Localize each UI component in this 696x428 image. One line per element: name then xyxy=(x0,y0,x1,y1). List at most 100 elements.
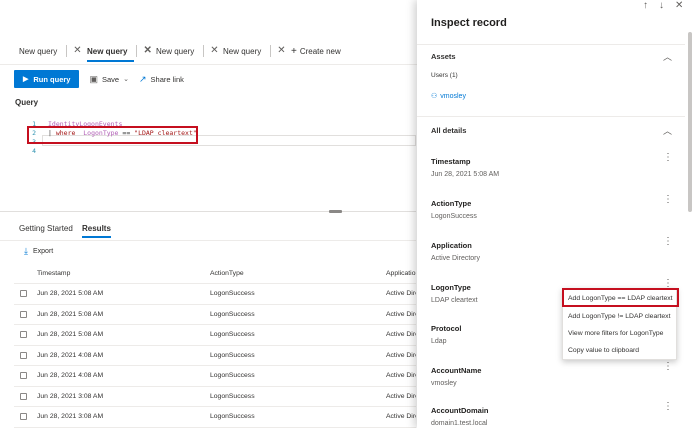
cell-action-type: LogonSuccess xyxy=(210,310,255,318)
table-row[interactable]: Jun 28, 2021 5:08 AM LogonSuccess Active D… xyxy=(14,284,416,305)
table-row[interactable]: Jun 28, 2021 4:08 AM LogonSuccess Active D… xyxy=(14,366,416,387)
share-link-button[interactable]: ↗ Share link xyxy=(139,74,184,85)
tab-getting-started[interactable]: Getting Started xyxy=(19,218,73,238)
inspect-record-panel: ↑ ↓ ✕ Inspect record Assets ︿ Users (1) … xyxy=(417,0,696,428)
arrow-up-icon[interactable]: ↑ xyxy=(643,0,648,11)
detail-account-name: AccountName vmosley xyxy=(431,366,671,387)
detail-value: Jun 28, 2021 5:08 AM xyxy=(431,171,500,178)
arrow-down-icon[interactable]: ↓ xyxy=(659,0,664,11)
row-checkbox-cell[interactable] xyxy=(20,325,28,345)
checkbox[interactable] xyxy=(20,290,27,298)
query-tab-label: New query xyxy=(87,46,128,56)
menu-item-add-not-equals-filter[interactable]: Add LogonType != LDAP cleartext xyxy=(563,308,678,325)
close-icon[interactable]: ✕ xyxy=(210,46,218,56)
table-body: Jun 28, 2021 5:08 AM LogonSuccess Active D… xyxy=(14,284,416,428)
panel-title: Inspect record xyxy=(431,17,507,29)
detail-key: Application xyxy=(431,241,472,250)
chevron-down-icon: ⌄ xyxy=(123,76,129,83)
line-number: 4 xyxy=(32,147,36,155)
person-icon: ⚇ xyxy=(431,93,438,100)
table-row[interactable]: Jun 28, 2021 5:08 AM LogonSuccess Active D… xyxy=(14,325,416,346)
query-tab-1[interactable]: New query ✕ xyxy=(19,38,82,64)
header-application[interactable]: Application xyxy=(386,264,416,283)
export-button[interactable]: ⤓ Export xyxy=(24,246,53,257)
resize-handle[interactable] xyxy=(329,210,342,213)
menu-item-view-more-filters[interactable]: View more filters for LogonType xyxy=(563,325,678,342)
query-tab-label: New query xyxy=(156,46,195,56)
more-options-icon[interactable]: ⋮ xyxy=(663,237,673,247)
table-row[interactable]: Jun 28, 2021 5:08 AM LogonSuccess Active D… xyxy=(14,305,416,325)
result-tabs-bar: Getting Started Results xyxy=(0,218,416,241)
cell-application: Active Direct xyxy=(386,351,416,359)
checkbox[interactable] xyxy=(20,351,27,359)
table-row[interactable]: Jun 28, 2021 3:08 AM LogonSuccess Active D… xyxy=(14,407,416,428)
tab-separator xyxy=(270,45,272,57)
query-tab-3[interactable]: New query ✕ xyxy=(156,38,219,64)
more-options-icon[interactable]: ⋮ xyxy=(663,279,673,289)
detail-application: Application Active Directory xyxy=(431,241,671,262)
row-checkbox-cell[interactable] xyxy=(20,387,28,407)
query-section-label: Query xyxy=(15,98,39,107)
tab-separator xyxy=(136,45,138,57)
detail-action-type: ActionType LogonSuccess xyxy=(431,199,671,220)
header-action-type[interactable]: ActionType xyxy=(210,264,380,283)
create-new-label: Create new xyxy=(299,46,341,56)
more-options-icon[interactable]: ⋮ xyxy=(663,402,673,412)
table-header: Timestamp ActionType Application xyxy=(14,264,416,284)
plus-icon: + xyxy=(291,45,297,57)
tab-results[interactable]: Results xyxy=(82,218,111,238)
query-tab-2[interactable]: New query ✕ xyxy=(87,38,152,64)
table-row[interactable]: Jun 28, 2021 4:08 AM LogonSuccess Active D… xyxy=(14,346,416,366)
cell-action-type: LogonSuccess xyxy=(210,372,255,380)
chevron-up-icon[interactable]: ︿ xyxy=(663,124,672,137)
header-timestamp[interactable]: Timestamp xyxy=(37,264,207,283)
close-icon[interactable]: ✕ xyxy=(73,46,81,56)
download-icon: ⤓ xyxy=(24,246,28,256)
more-options-icon[interactable]: ⋮ xyxy=(663,153,673,163)
create-new-button[interactable]: + Create new xyxy=(291,38,341,64)
table-row[interactable]: Jun 28, 2021 3:08 AM LogonSuccess Active D… xyxy=(14,387,416,407)
detail-key: ActionType xyxy=(431,199,472,208)
assets-section-header[interactable]: Assets xyxy=(431,52,456,61)
row-checkbox-cell[interactable] xyxy=(20,305,28,325)
row-checkbox-cell[interactable] xyxy=(20,366,28,386)
row-checkbox-cell[interactable] xyxy=(20,284,28,304)
detail-key: Timestamp xyxy=(431,157,471,166)
detail-value: vmosley xyxy=(431,380,457,387)
all-details-section-header[interactable]: All details xyxy=(431,126,466,135)
cell-timestamp: Jun 28, 2021 4:08 AM xyxy=(37,372,104,380)
cell-timestamp: Jun 28, 2021 5:08 AM xyxy=(37,331,104,339)
chevron-up-icon[interactable]: ︿ xyxy=(663,50,672,63)
cell-action-type: LogonSuccess xyxy=(210,331,255,339)
detail-key: AccountDomain xyxy=(431,406,489,415)
users-count-label: Users (1) xyxy=(431,72,458,79)
checkbox[interactable] xyxy=(20,392,27,400)
user-name: vmosley xyxy=(440,92,466,100)
row-checkbox-cell[interactable] xyxy=(20,407,28,427)
user-link[interactable]: ⚇ vmosley xyxy=(431,92,466,101)
query-toolbar: ▶ Run query ▣ Save ⌄ ↗ Share link xyxy=(14,70,184,88)
checkbox[interactable] xyxy=(20,310,27,318)
close-icon[interactable]: ✕ xyxy=(277,46,285,56)
menu-highlight-box xyxy=(562,288,679,307)
query-tab-4[interactable]: New query ✕ xyxy=(223,38,286,64)
divider xyxy=(417,116,685,117)
menu-item-copy-value[interactable]: Copy value to clipboard xyxy=(563,342,678,359)
more-options-icon[interactable]: ⋮ xyxy=(663,362,673,372)
cell-action-type: LogonSuccess xyxy=(210,351,255,359)
close-icon[interactable]: ✕ xyxy=(675,0,683,11)
checkbox[interactable] xyxy=(20,413,27,421)
checkbox[interactable] xyxy=(20,372,27,380)
cell-timestamp: Jun 28, 2021 5:08 AM xyxy=(37,310,104,318)
share-icon: ↗ xyxy=(138,73,147,84)
close-icon[interactable]: ✕ xyxy=(143,46,151,56)
save-button[interactable]: ▣ Save ⌄ xyxy=(89,74,129,85)
run-query-button[interactable]: ▶ Run query xyxy=(14,70,80,88)
row-checkbox-cell[interactable] xyxy=(20,346,28,366)
panel-scrollbar[interactable] xyxy=(688,32,692,212)
checkbox[interactable] xyxy=(20,331,27,339)
query-tabs-bar: New query ✕ New query ✕ New query ✕ New … xyxy=(0,38,420,65)
tab-separator xyxy=(203,45,205,57)
cell-timestamp: Jun 28, 2021 5:08 AM xyxy=(37,290,104,298)
more-options-icon[interactable]: ⋮ xyxy=(663,195,673,205)
